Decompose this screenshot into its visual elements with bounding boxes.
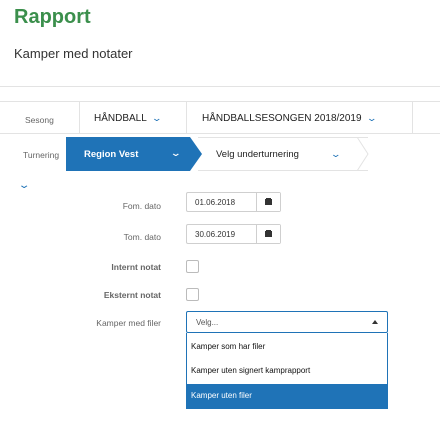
season-selector-row: HÅNDBALL ⌄ HÅNDBALLSESONGEN 2018/2019 ⌄: [0, 101, 440, 134]
to-date-calendar-button[interactable]: [256, 225, 280, 243]
to-date-value: 30.06.2019: [195, 230, 236, 239]
chevron-down-icon: ⌄: [330, 149, 342, 159]
from-date-field[interactable]: 01.06.2018: [186, 192, 281, 212]
calendar-icon: [265, 197, 272, 205]
region-label: Region Vest: [84, 149, 139, 160]
header-divider: [0, 86, 440, 87]
from-date-calendar-button[interactable]: [256, 193, 280, 211]
divider: [79, 102, 80, 133]
to-date-label: Tom. dato: [123, 232, 161, 242]
sport-selector-label: HÅNDBALL: [94, 113, 147, 124]
sub-tournament-label: Velg underturnering: [216, 149, 299, 160]
to-date-field[interactable]: 30.06.2019: [186, 224, 281, 244]
from-date-label: Fom. dato: [122, 201, 161, 211]
internal-note-label: Internt notat: [111, 262, 161, 272]
divider: [186, 102, 187, 133]
season-selector-label: HÅNDBALLSESONGEN 2018/2019: [202, 113, 362, 124]
breadcrumb-region[interactable]: Region Vest ⌄: [66, 137, 202, 171]
internal-note-checkbox[interactable]: [186, 260, 199, 273]
tournament-breadcrumb: Velg underturnering ⌄ Region Vest ⌄: [0, 137, 440, 171]
select-placeholder: Velg...: [196, 318, 219, 327]
chevron-down-icon: ⌄: [365, 113, 377, 123]
breadcrumb-arrow-tip: [357, 137, 369, 171]
collapse-toggle-icon[interactable]: ⌄: [18, 180, 31, 191]
page-title: Rapport: [14, 6, 91, 28]
calendar-icon: [265, 229, 272, 237]
chevron-down-icon: ⌄: [150, 113, 163, 123]
chevron-down-icon: ⌄: [170, 148, 182, 158]
page-subtitle: Kamper med notater: [14, 46, 133, 61]
dropdown-option[interactable]: Kamper uten signert kamprapport: [187, 359, 387, 383]
season-selector[interactable]: HÅNDBALLSESONGEN 2018/2019 ⌄: [202, 113, 377, 124]
from-date-value: 01.06.2018: [195, 198, 236, 207]
sport-selector[interactable]: HÅNDBALL ⌄: [94, 113, 163, 124]
dropdown-option[interactable]: Kamper som har filer: [187, 335, 387, 359]
divider: [412, 102, 413, 133]
breadcrumb-sub-tournament[interactable]: Velg underturnering ⌄: [198, 137, 368, 171]
games-with-files-select[interactable]: Velg...: [186, 311, 388, 333]
games-with-files-label: Kamper med filer: [96, 318, 161, 328]
dropdown-option-highlighted[interactable]: Kamper uten filer: [187, 384, 387, 408]
games-with-files-dropdown: Kamper som har filer Kamper uten signert…: [186, 333, 388, 409]
caret-up-icon: [372, 320, 378, 324]
external-note-checkbox[interactable]: [186, 288, 199, 301]
external-note-label: Eksternt notat: [103, 290, 161, 300]
